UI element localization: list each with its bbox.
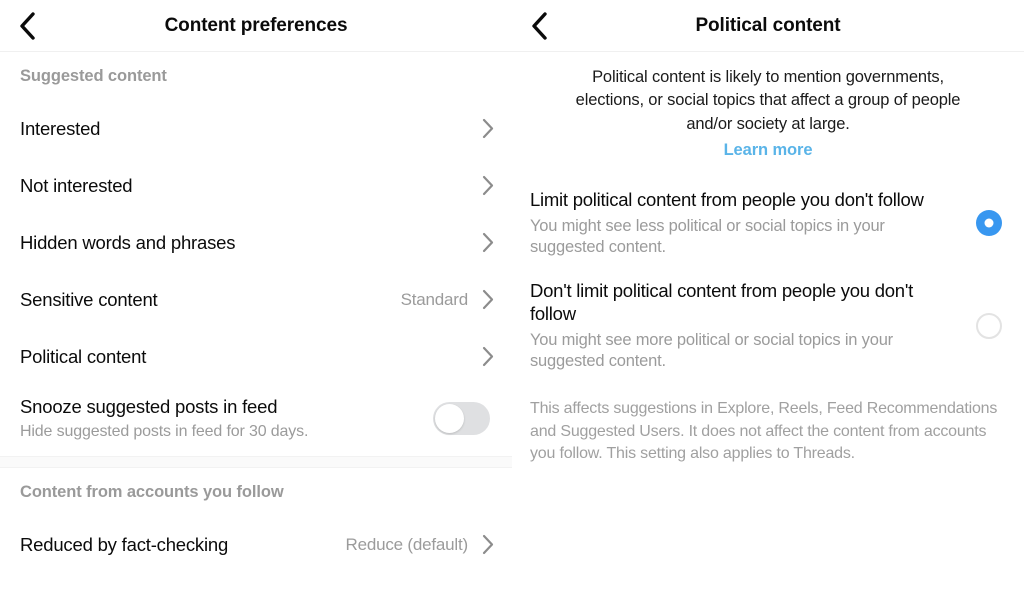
political-content-panel: Political content Political content is l… xyxy=(512,0,1024,609)
snooze-title: Snooze suggested posts in feed xyxy=(20,396,278,417)
radio-button-dont-limit[interactable] xyxy=(976,312,1002,339)
row-label: Hidden words and phrases xyxy=(20,231,236,253)
section-label-suggested-content: Suggested content xyxy=(20,66,167,85)
snooze-suggested-posts-row[interactable]: Snooze suggested posts in feed Hide sugg… xyxy=(0,385,512,457)
page-title-right: Political content xyxy=(695,15,841,36)
sidebar-item-reduced-by-fact-checking[interactable]: Reduced by fact-checking Reduce (default… xyxy=(0,516,512,574)
option-dont-limit-political-content[interactable]: Don't limit political content from peopl… xyxy=(512,279,1024,373)
section-separator-band xyxy=(0,456,512,469)
sidebar-item-not-interested[interactable]: Not interested xyxy=(0,157,512,214)
header-divider-left xyxy=(0,51,512,52)
option-limit-political-content[interactable]: Limit political content from people you … xyxy=(512,188,1024,258)
row-label: Interested xyxy=(20,117,101,139)
option-title: Don't limit political content from peopl… xyxy=(530,279,914,325)
row-label: Political content xyxy=(20,345,147,367)
chevron-left-icon xyxy=(530,11,549,41)
toggle-knob xyxy=(435,404,464,434)
content-preferences-panel: Content preferences Suggested content In… xyxy=(0,0,512,609)
left-panel-header: Content preferences xyxy=(0,0,512,52)
option-texts: Limit political content from people you … xyxy=(530,188,976,258)
row-label: Sensitive content xyxy=(20,288,158,310)
intro-block: Political content is likely to mention g… xyxy=(512,52,1024,160)
sidebar-item-political-content[interactable]: Political content xyxy=(0,328,512,385)
back-button-right[interactable] xyxy=(522,9,556,43)
learn-more-link[interactable]: Learn more xyxy=(724,141,813,160)
option-texts: Don't limit political content from peopl… xyxy=(530,279,976,373)
row-value-fact-checking: Reduce (default) xyxy=(345,534,469,554)
option-subtitle: You might see less political or social t… xyxy=(530,216,885,257)
back-button-left[interactable] xyxy=(10,9,44,43)
chevron-right-icon xyxy=(480,175,494,197)
chevron-right-icon xyxy=(480,534,494,556)
header-divider-right xyxy=(512,51,1024,52)
snooze-toggle-switch[interactable] xyxy=(433,402,490,436)
row-value-sensitive-content: Standard xyxy=(400,289,469,309)
radio-button-limit-selected[interactable] xyxy=(976,210,1002,237)
option-subtitle: You might see more political or social t… xyxy=(530,330,893,371)
snooze-texts: Snooze suggested posts in feed Hide sugg… xyxy=(20,395,433,442)
chevron-right-icon xyxy=(480,232,494,254)
split-settings-screen: Content preferences Suggested content In… xyxy=(0,0,1024,609)
sidebar-item-sensitive-content[interactable]: Sensitive content Standard xyxy=(0,271,512,328)
sidebar-item-hidden-words-and-phrases[interactable]: Hidden words and phrases xyxy=(0,214,512,271)
option-title: Limit political content from people you … xyxy=(530,189,924,211)
intro-description: Political content is likely to mention g… xyxy=(575,68,961,133)
sidebar-item-interested[interactable]: Interested xyxy=(0,100,512,157)
snooze-subtitle: Hide suggested posts in feed for 30 days… xyxy=(20,422,309,440)
footnote-text: This affects suggestions in Explore, Ree… xyxy=(530,400,998,462)
chevron-right-icon xyxy=(480,346,494,368)
right-panel-header: Political content xyxy=(512,0,1024,52)
section-label-content-from-accounts-you-follow: Content from accounts you follow xyxy=(20,482,284,501)
chevron-right-icon xyxy=(480,118,494,140)
page-title-left: Content preferences xyxy=(164,15,348,36)
chevron-left-icon xyxy=(18,11,37,41)
chevron-right-icon xyxy=(480,289,494,311)
row-label: Reduced by fact-checking xyxy=(20,533,229,555)
row-label: Not interested xyxy=(20,174,133,196)
